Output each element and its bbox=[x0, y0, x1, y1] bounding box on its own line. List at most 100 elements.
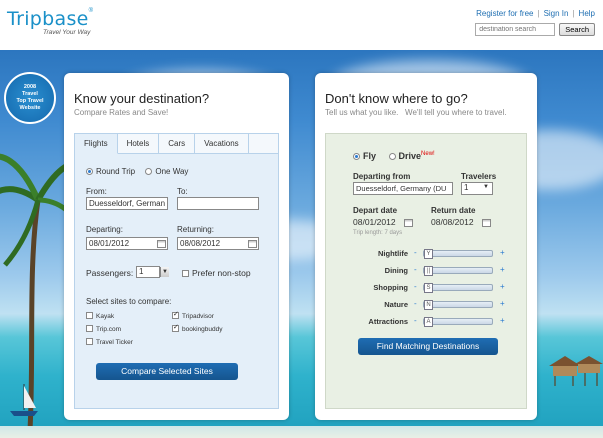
link-separator: | bbox=[572, 9, 575, 18]
pref-label-nature: Nature bbox=[384, 300, 408, 309]
passengers-select[interactable]: 1 bbox=[136, 266, 160, 278]
calendar-icon[interactable] bbox=[404, 219, 413, 227]
site-checkbox[interactable] bbox=[86, 325, 93, 332]
search-button[interactable]: Search bbox=[559, 23, 595, 36]
departing-date-input[interactable]: 08/01/2012 bbox=[86, 237, 168, 250]
link-separator: | bbox=[537, 9, 540, 18]
site-option-kayak[interactable]: Kayak bbox=[86, 312, 114, 320]
departing-from-label: Departing from bbox=[353, 172, 411, 181]
badge-line: Travel bbox=[22, 91, 38, 97]
depart-date-value[interactable]: 08/01/2012 bbox=[353, 217, 396, 227]
compare-sites-button[interactable]: Compare Selected Sites bbox=[96, 363, 238, 380]
shopping-icon[interactable]: S bbox=[424, 283, 433, 293]
to-input[interactable] bbox=[177, 197, 259, 210]
nightlife-plus[interactable]: + bbox=[500, 248, 505, 257]
nonstop-option[interactable]: Prefer non-stop bbox=[182, 268, 251, 278]
nonstop-label: Prefer non-stop bbox=[192, 268, 251, 278]
site-option-trip-com[interactable]: Trip.com bbox=[86, 325, 121, 333]
site-name: Trip.com bbox=[96, 326, 122, 333]
find-panel-subtitle: Tell us what you like. We'll tell you wh… bbox=[325, 108, 507, 117]
nonstop-checkbox[interactable] bbox=[182, 270, 189, 277]
site-name: Kayak bbox=[96, 313, 115, 320]
sailboat-icon bbox=[10, 384, 38, 416]
travel-mode-group: Fly DriveNew! bbox=[353, 151, 435, 161]
help-link[interactable]: Help bbox=[579, 9, 595, 18]
nature-icon[interactable]: N bbox=[424, 300, 433, 310]
find-destinations-button[interactable]: Find Matching Destinations bbox=[358, 338, 498, 355]
round-trip-label: Round Trip bbox=[96, 167, 136, 176]
site-checkbox[interactable] bbox=[86, 338, 93, 345]
fly-radio[interactable]: Fly bbox=[353, 151, 376, 161]
destination-search: Search bbox=[475, 23, 595, 36]
calendar-icon[interactable] bbox=[157, 240, 166, 248]
nature-minus[interactable]: - bbox=[414, 299, 417, 308]
pref-label-dining: Dining bbox=[384, 266, 408, 275]
search-form: Flights Hotels Cars Vacations Round Trip… bbox=[74, 133, 279, 409]
dining-minus[interactable]: - bbox=[414, 265, 417, 274]
attractions-slider[interactable]: A bbox=[423, 317, 493, 327]
logo-text[interactable]: Tripbase bbox=[7, 8, 89, 30]
tab-hotels[interactable]: Hotels bbox=[118, 134, 160, 154]
chevron-down-icon[interactable]: ▼ bbox=[160, 267, 169, 277]
shopping-plus[interactable]: + bbox=[500, 282, 505, 291]
compare-panel-subtitle: Compare Rates and Save! bbox=[74, 108, 169, 117]
depart-date-label: Depart date bbox=[353, 206, 398, 215]
round-trip-radio[interactable]: Round Trip bbox=[86, 167, 135, 176]
attractions-icon[interactable]: A bbox=[424, 317, 433, 327]
nightlife-slider[interactable]: Y bbox=[423, 249, 493, 259]
travelers-select[interactable]: 1 ▼ bbox=[461, 182, 493, 195]
attractions-minus[interactable]: - bbox=[414, 316, 417, 325]
site-checkbox[interactable] bbox=[86, 312, 93, 319]
award-badge: 2008 Travel Top Travel Website bbox=[4, 72, 56, 124]
site-name: Tripadvisor bbox=[182, 313, 214, 320]
from-label: From: bbox=[86, 187, 107, 196]
attractions-plus[interactable]: + bbox=[500, 316, 505, 325]
fly-label: Fly bbox=[363, 151, 377, 161]
trip-type-group: Round Trip One Way bbox=[86, 167, 188, 176]
travelers-value: 1 bbox=[464, 183, 469, 192]
nightlife-minus[interactable]: - bbox=[414, 248, 417, 257]
from-input[interactable]: Duesseldorf, German bbox=[86, 197, 168, 210]
nightlife-icon[interactable]: Y bbox=[424, 249, 433, 259]
dining-plus[interactable]: + bbox=[500, 265, 505, 274]
one-way-radio[interactable]: One Way bbox=[145, 167, 188, 176]
tab-flights[interactable]: Flights bbox=[75, 134, 118, 154]
calendar-icon[interactable] bbox=[482, 219, 491, 227]
dining-slider[interactable]: || bbox=[423, 266, 493, 276]
tab-vacations[interactable]: Vacations bbox=[195, 134, 249, 154]
compare-rates-panel: Know your destination? Compare Rates and… bbox=[64, 73, 289, 420]
radio-selected[interactable] bbox=[353, 153, 360, 160]
compare-panel-title: Know your destination? bbox=[74, 91, 210, 106]
pref-label-shopping: Shopping bbox=[373, 283, 408, 292]
radio-selected[interactable] bbox=[86, 168, 93, 175]
dining-icon[interactable]: || bbox=[424, 266, 433, 276]
badge-line: 2008 bbox=[23, 84, 37, 90]
nature-slider[interactable]: N bbox=[423, 300, 493, 310]
site-option-tripadvisor[interactable]: Tripadvisor bbox=[172, 310, 214, 320]
nature-plus[interactable]: + bbox=[500, 299, 505, 308]
shopping-minus[interactable]: - bbox=[414, 282, 417, 291]
calendar-icon[interactable] bbox=[248, 240, 257, 248]
register-link[interactable]: Register for free bbox=[476, 9, 533, 18]
logo-tagline: Travel Your Way bbox=[43, 29, 91, 36]
sign-in-link[interactable]: Sign In bbox=[544, 9, 569, 18]
pref-label-nightlife: Nightlife bbox=[378, 249, 408, 258]
returning-date-input[interactable]: 08/08/2012 bbox=[177, 237, 259, 250]
destination-search-input[interactable] bbox=[475, 23, 556, 36]
return-date-label: Return date bbox=[431, 206, 476, 215]
site-checkbox[interactable] bbox=[172, 310, 179, 319]
tab-cars[interactable]: Cars bbox=[159, 134, 196, 154]
departing-label: Departing: bbox=[86, 225, 123, 234]
site-checkbox[interactable] bbox=[172, 323, 179, 332]
site-option-bookingbuddy[interactable]: bookingbuddy bbox=[172, 323, 222, 333]
departing-from-input[interactable]: Duesseldorf, Germany (DU bbox=[353, 182, 453, 195]
shopping-slider[interactable]: S bbox=[423, 283, 493, 293]
site-option-travel-ticker[interactable]: Travel Ticker bbox=[86, 338, 133, 346]
radio-unselected[interactable] bbox=[145, 168, 153, 175]
top-links: Register for free | Sign In | Help bbox=[476, 9, 595, 18]
tripbase-logo[interactable]: Tripbase® Travel Your Way bbox=[7, 8, 93, 36]
badge-line: Website bbox=[19, 105, 41, 111]
radio-unselected[interactable] bbox=[388, 153, 396, 160]
return-date-value[interactable]: 08/08/2012 bbox=[431, 217, 474, 227]
drive-radio[interactable]: DriveNew! bbox=[388, 151, 435, 161]
